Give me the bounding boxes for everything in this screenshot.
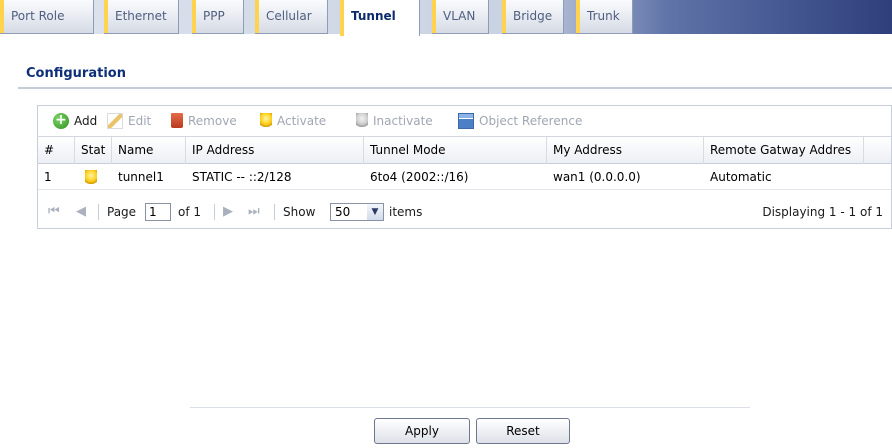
- column-header-tunnel-mode[interactable]: Tunnel Mode: [364, 137, 547, 164]
- add-button[interactable]: Add: [53, 112, 97, 130]
- table-header: # Stat Name IP Address Tunnel Mode My Ad…: [38, 136, 891, 164]
- cell-ip-address: STATIC -- ::2/128: [192, 170, 292, 184]
- pager-separator: [98, 204, 99, 220]
- pager-separator: [214, 204, 215, 220]
- apply-button[interactable]: Apply: [374, 418, 470, 444]
- bulb-off-icon: [356, 112, 368, 129]
- table-row[interactable]: 1 tunnel1 STATIC -- ::2/128 6to4 (2002::…: [38, 164, 891, 190]
- reset-button[interactable]: Reset: [476, 418, 570, 444]
- first-page-icon[interactable]: ⏮: [48, 203, 60, 221]
- cell-status: [75, 164, 112, 190]
- cell-tunnel-mode: 6to4 (2002::/16): [370, 170, 469, 184]
- cell-name: tunnel1: [118, 170, 164, 184]
- tab-tunnel[interactable]: Tunnel: [340, 0, 420, 36]
- object-reference-label: Object Reference: [479, 114, 583, 128]
- object-reference-icon: [458, 112, 474, 129]
- tunnel-grid: Add Edit Remove Activate Inactivate Obje…: [37, 105, 892, 229]
- tab-strip-baseline: [0, 34, 892, 38]
- remove-button[interactable]: Remove: [171, 112, 237, 130]
- page-count-label: of 1: [178, 205, 202, 219]
- pager-separator: [274, 204, 275, 220]
- activate-button[interactable]: Activate: [260, 112, 326, 130]
- column-header-name[interactable]: Name: [112, 137, 186, 164]
- previous-page-icon[interactable]: ◀: [76, 203, 86, 221]
- bulb-on-icon: [85, 169, 97, 186]
- bulb-on-icon: [260, 112, 272, 129]
- page-label: Page: [107, 205, 137, 219]
- tab-bar: Port Role Ethernet PPP Cellular Tunnel V…: [0, 0, 892, 38]
- tab-port-role[interactable]: Port Role: [0, 0, 94, 34]
- last-page-icon[interactable]: ⏭: [248, 203, 260, 221]
- tab-bridge[interactable]: Bridge: [502, 0, 564, 34]
- pagination-bar: ⏮ ◀ Page of 1 ▶ ⏭ Show 50 ▼ items Displa…: [38, 200, 891, 224]
- section-divider: [18, 87, 892, 89]
- trash-icon: [171, 113, 183, 128]
- section-title: Configuration: [26, 66, 126, 81]
- column-header-ip-address[interactable]: IP Address: [186, 137, 364, 164]
- items-per-page-select[interactable]: 50: [330, 203, 368, 221]
- tab-ppp[interactable]: PPP: [192, 0, 244, 34]
- cell-my-address: wan1 (0.0.0.0): [553, 170, 641, 184]
- tab-cellular[interactable]: Cellular: [255, 0, 328, 34]
- cell-index: 1: [44, 170, 52, 184]
- tab-ethernet[interactable]: Ethernet: [104, 0, 179, 34]
- show-label: Show: [283, 205, 316, 219]
- tab-trunk[interactable]: Trunk: [576, 0, 633, 34]
- inactivate-button[interactable]: Inactivate: [356, 112, 433, 130]
- tab-vlan[interactable]: VLAN: [432, 0, 489, 34]
- column-header-status[interactable]: Stat: [75, 137, 112, 164]
- edit-label: Edit: [128, 114, 152, 128]
- column-header-my-address[interactable]: My Address: [547, 137, 704, 164]
- add-icon: [53, 112, 69, 129]
- object-reference-button[interactable]: Object Reference: [458, 112, 582, 130]
- page-number-input[interactable]: [145, 203, 171, 221]
- remove-label: Remove: [188, 114, 237, 128]
- column-header-index[interactable]: #: [38, 137, 75, 164]
- cell-remote-gateway: Automatic: [710, 170, 772, 184]
- grid-toolbar: Add Edit Remove Activate Inactivate Obje…: [38, 106, 891, 136]
- next-page-icon[interactable]: ▶: [223, 203, 233, 221]
- chevron-down-icon[interactable]: ▼: [367, 203, 384, 221]
- add-label: Add: [74, 114, 98, 128]
- footer-divider: [190, 407, 750, 408]
- items-label: items: [389, 205, 423, 219]
- edit-icon: [107, 112, 123, 129]
- displaying-status: Displaying 1 - 1 of 1: [762, 205, 883, 219]
- inactivate-label: Inactivate: [373, 114, 433, 128]
- activate-label: Activate: [277, 114, 327, 128]
- edit-button[interactable]: Edit: [107, 112, 151, 130]
- column-header-remote-gateway[interactable]: Remote Gatway Addres: [704, 137, 864, 164]
